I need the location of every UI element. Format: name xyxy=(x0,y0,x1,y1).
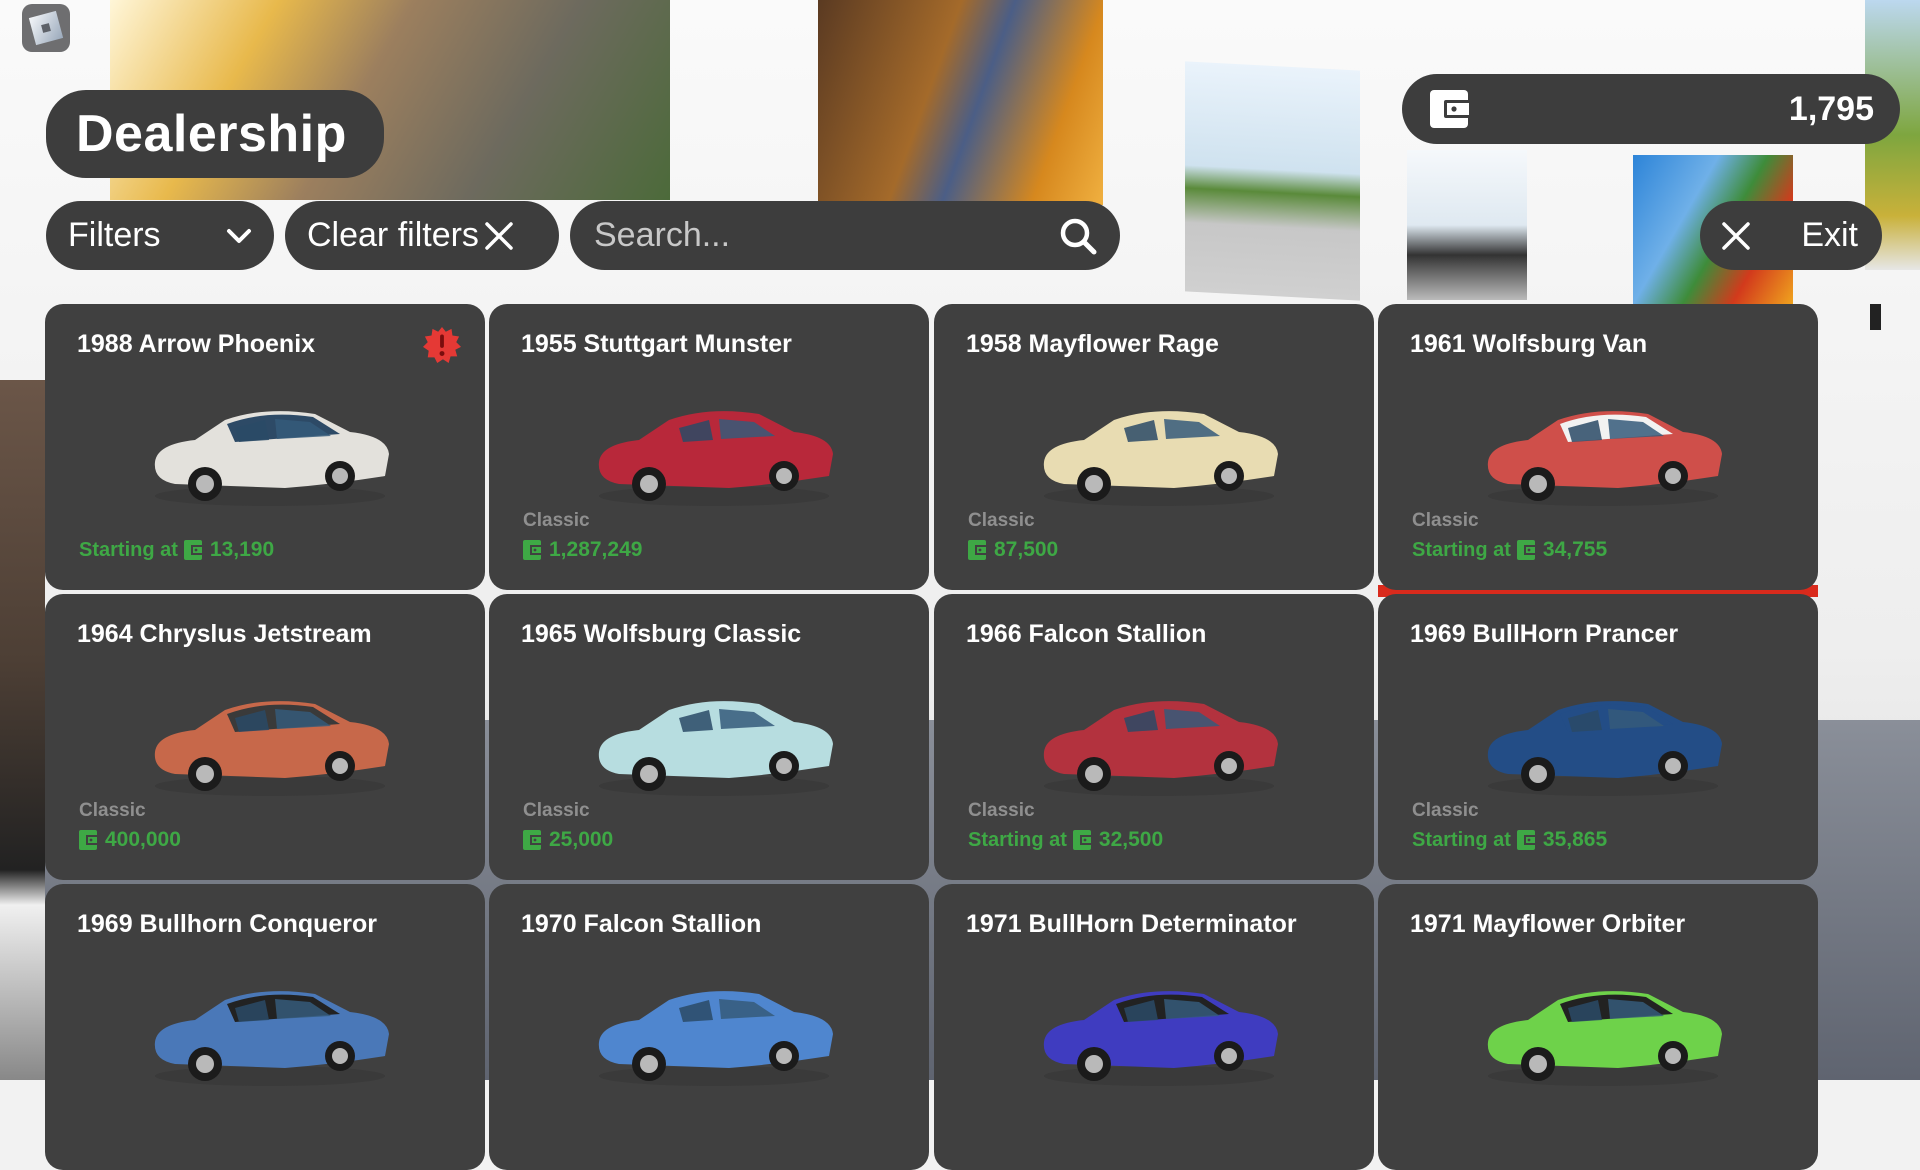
search-icon[interactable] xyxy=(1058,216,1098,256)
showroom-side-wall xyxy=(0,380,45,1080)
price-amount: 1,287,249 xyxy=(549,538,643,561)
wallet-icon xyxy=(1430,90,1470,128)
vehicle-card[interactable]: 1966 Falcon Stallion Classic Starting at… xyxy=(934,594,1374,880)
vehicle-class: Classic xyxy=(1412,510,1479,531)
vehicle-name: 1965 Wolfsburg Classic xyxy=(521,620,802,648)
vehicle-name: 1955 Stuttgart Munster xyxy=(521,330,792,358)
wall-poster xyxy=(1185,61,1360,301)
filters-label: Filters xyxy=(68,216,161,254)
clear-filters-button[interactable]: Clear filters xyxy=(285,201,559,270)
wallet-amount: 1,795 xyxy=(1788,89,1874,128)
vehicle-image xyxy=(1043,991,1278,1086)
vehicle-price: 400,000 xyxy=(79,828,181,852)
vehicle-price: 1,287,249 xyxy=(523,538,642,562)
vehicle-name: 1969 Bullhorn Conqueror xyxy=(77,910,378,938)
vehicle-price: Starting at 32,500 xyxy=(968,828,1163,852)
vehicle-name: 1958 Mayflower Rage xyxy=(966,330,1219,358)
price-prefix: Starting at xyxy=(1412,828,1511,851)
vehicle-price: 87,500 xyxy=(968,538,1058,562)
currency-icon xyxy=(968,540,988,560)
currency-icon xyxy=(523,830,543,850)
currency-icon xyxy=(1516,830,1537,850)
vehicle-card[interactable]: 1969 BullHorn Prancer Classic Starting a… xyxy=(1378,594,1818,880)
vehicle-price: Starting at 13,190 xyxy=(79,538,274,562)
alert-badge-icon xyxy=(423,326,461,364)
scroll-indicator[interactable] xyxy=(1870,304,1881,330)
vehicle-image xyxy=(154,701,389,796)
vehicle-name: 1970 Falcon Stallion xyxy=(521,910,762,938)
vehicle-class: Classic xyxy=(523,510,590,531)
price-prefix: Starting at xyxy=(1412,538,1511,561)
vehicle-image xyxy=(598,701,833,796)
currency-icon xyxy=(523,540,543,560)
price-amount: 32,500 xyxy=(1098,828,1164,851)
wall-poster xyxy=(818,0,1103,205)
vehicle-price: Starting at 34,755 xyxy=(1412,538,1607,562)
vehicle-image xyxy=(1487,991,1722,1086)
vehicle-name: 1961 Wolfsburg Van xyxy=(1410,330,1648,358)
vehicle-card[interactable]: 1988 Arrow Phoenix Starting at 13,190 xyxy=(45,304,485,590)
vehicle-card[interactable]: 1955 Stuttgart Munster Classic 1,287,249 xyxy=(489,304,929,590)
price-prefix: Starting at xyxy=(79,538,178,561)
vehicle-name: 1971 BullHorn Determinator xyxy=(966,910,1297,938)
price-amount: 34,755 xyxy=(1542,538,1608,561)
vehicle-name: 1969 BullHorn Prancer xyxy=(1410,620,1679,648)
close-icon xyxy=(485,221,513,250)
vehicle-image xyxy=(1043,411,1278,506)
currency-icon xyxy=(183,540,204,560)
vehicle-card[interactable]: 1961 Wolfsburg Van Classic Starting at 3… xyxy=(1378,304,1818,590)
vehicle-card[interactable]: 1971 BullHorn Determinator xyxy=(934,884,1374,1170)
vehicle-class: Classic xyxy=(523,800,590,821)
vehicle-card[interactable]: 1965 Wolfsburg Classic Classic 25,000 xyxy=(489,594,929,880)
vehicle-card[interactable]: 1971 Mayflower Orbiter xyxy=(1378,884,1818,1170)
close-icon xyxy=(1722,221,1750,250)
page-title: Dealership xyxy=(46,90,384,178)
currency-icon xyxy=(1072,830,1093,850)
vehicle-image xyxy=(1487,411,1722,506)
price-amount: 400,000 xyxy=(105,828,181,851)
vehicle-image xyxy=(598,411,833,506)
vehicle-name: 1988 Arrow Phoenix xyxy=(77,330,316,358)
wall-poster xyxy=(1407,150,1527,300)
vehicle-price: 25,000 xyxy=(523,828,613,852)
vehicle-image xyxy=(1487,701,1722,796)
price-amount: 87,500 xyxy=(994,538,1059,561)
vehicle-name: 1971 Mayflower Orbiter xyxy=(1410,910,1686,938)
vehicle-class: Classic xyxy=(1412,800,1479,821)
filters-dropdown[interactable]: Filters xyxy=(46,201,274,270)
price-amount: 13,190 xyxy=(209,538,275,561)
search-bar[interactable] xyxy=(570,201,1120,270)
vehicle-image xyxy=(154,991,389,1086)
vehicle-image xyxy=(154,411,389,506)
chevron-down-icon xyxy=(227,228,251,243)
clear-filters-label: Clear filters xyxy=(307,216,479,254)
roblox-menu-button[interactable] xyxy=(22,4,70,52)
price-amount: 35,865 xyxy=(1542,828,1608,851)
vehicle-image xyxy=(598,991,833,1086)
vehicle-name: 1964 Chryslus Jetstream xyxy=(77,620,372,648)
vehicle-image xyxy=(1043,701,1278,796)
roblox-logo-icon xyxy=(28,10,64,46)
vehicle-card[interactable]: 1970 Falcon Stallion xyxy=(489,884,929,1170)
currency-icon xyxy=(1516,540,1537,560)
search-input[interactable] xyxy=(592,215,1036,256)
vehicle-class: Classic xyxy=(968,510,1035,531)
vehicle-card[interactable]: 1958 Mayflower Rage Classic 87,500 xyxy=(934,304,1374,590)
price-amount: 25,000 xyxy=(549,828,614,851)
exit-button[interactable]: Exit xyxy=(1700,201,1882,270)
vehicle-name: 1966 Falcon Stallion xyxy=(966,620,1207,648)
price-prefix: Starting at xyxy=(968,828,1067,851)
vehicle-card[interactable]: 1964 Chryslus Jetstream Classic 400,000 xyxy=(45,594,485,880)
vehicle-card[interactable]: 1969 Bullhorn Conqueror xyxy=(45,884,485,1170)
page-title-text: Dealership xyxy=(76,105,347,163)
currency-icon xyxy=(79,830,99,850)
vehicle-class: Classic xyxy=(968,800,1035,821)
exit-label: Exit xyxy=(1801,216,1858,254)
wallet-balance: 1,795 xyxy=(1402,74,1900,144)
vehicle-price: Starting at 35,865 xyxy=(1412,828,1607,852)
vehicle-class: Classic xyxy=(79,800,146,821)
